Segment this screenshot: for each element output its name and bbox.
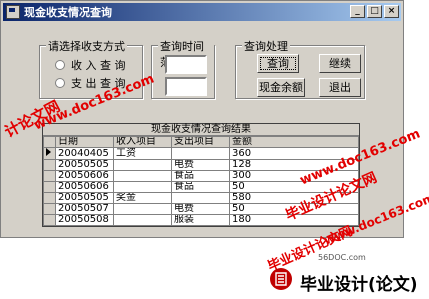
cell-expense[interactable]: 食品 [171,170,230,182]
title-bar[interactable]: 现金收支情况查询 _ □ × [3,3,401,21]
row-selector[interactable] [43,192,56,204]
table-row[interactable]: 20050508 服装 180 [43,214,359,226]
balance-button[interactable]: 现金余额 [257,78,305,97]
radio-income-button[interactable] [55,60,65,70]
query-button[interactable]: 查询 [257,54,299,73]
row-selector[interactable] [43,181,56,193]
cell-expense[interactable] [171,147,230,160]
radio-income-label: 收 入 查 询 [71,59,126,72]
exit-button[interactable]: 退出 [319,78,361,97]
maximize-button[interactable]: □ [367,5,382,18]
cell-income[interactable]: 奖金 [113,192,172,204]
radio-expense-button[interactable] [55,78,65,88]
header-expense[interactable]: 支出项目 [171,136,230,148]
close-button[interactable]: × [384,5,399,18]
row-selector[interactable] [43,170,56,182]
header-amount[interactable]: 金额 [229,136,359,148]
cell-income[interactable] [113,181,172,193]
row-selector-header [43,136,56,148]
cell-expense[interactable] [171,192,230,204]
minimize-button[interactable]: _ [350,5,365,18]
grid-header-row: 日期 收入项目 支出项目 金额 [43,136,359,148]
cell-date[interactable]: 20050507 [55,203,114,215]
start-date-input[interactable] [165,55,207,74]
continue-button[interactable]: 继续 [319,54,361,73]
radio-income[interactable]: 收 入 查 询 [55,57,126,73]
grid-caption: 现金收支情况查询结果 [43,124,359,136]
arrow-right-icon [46,148,51,156]
cell-date[interactable]: 20050505 [55,159,114,171]
cell-date[interactable]: 20050606 [55,181,114,193]
row-selector[interactable] [43,159,56,171]
cell-expense[interactable]: 服装 [171,214,230,226]
window-icon [6,5,20,19]
cell-expense[interactable]: 食品 [171,181,230,193]
cell-date[interactable]: 20040405 [55,147,114,160]
cell-income[interactable]: 工资 [113,147,172,160]
row-selector[interactable] [43,203,56,215]
header-date[interactable]: 日期 [55,136,114,148]
cell-income[interactable] [113,159,172,171]
cell-date[interactable]: 20050606 [55,170,114,182]
footer-title: 毕业设计(论文) [300,275,418,295]
cell-income[interactable] [113,170,172,182]
cell-expense[interactable]: 电费 [171,203,230,215]
process-group-label: 查询处理 [242,38,290,54]
cell-income[interactable] [113,214,172,226]
cell-date[interactable]: 20050505 [55,192,114,204]
site-label: 56DOC.com [318,253,366,262]
table-row[interactable]: 20040405 工资 360 [43,147,359,160]
method-group-label: 请选择收支方式 [46,38,127,54]
row-selector[interactable] [43,214,56,226]
header-income[interactable]: 收入项目 [113,136,172,148]
cell-income[interactable] [113,203,172,215]
end-date-input[interactable] [165,77,207,96]
cell-date[interactable]: 20050508 [55,214,114,226]
current-row-indicator [43,147,56,160]
cell-expense[interactable]: 电费 [171,159,230,171]
window-title: 现金收支情况查询 [24,6,112,19]
